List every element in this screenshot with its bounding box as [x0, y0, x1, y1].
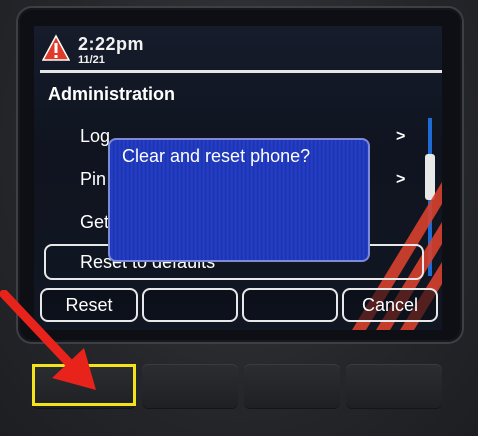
- hardware-softkey-4[interactable]: [346, 364, 442, 408]
- menu-item-get[interactable]: Get: [80, 212, 109, 233]
- menu-item-pin[interactable]: Pin: [80, 169, 106, 190]
- confirm-dialog: Clear and reset phone?: [108, 138, 370, 262]
- hardware-softkey-3[interactable]: [244, 364, 340, 408]
- cancel-softkey[interactable]: Cancel: [342, 288, 438, 322]
- red-arrow-annotation: [0, 290, 96, 390]
- hardware-softkey-2[interactable]: [142, 364, 238, 408]
- phone-screen: 2:22pm 11/21 Administration Log > Pin > …: [34, 26, 442, 330]
- softkey-3[interactable]: [242, 288, 338, 322]
- alert-triangle-icon: [42, 34, 70, 61]
- status-bar: 2:22pm 11/21: [34, 26, 442, 72]
- status-time: 2:22pm: [78, 34, 145, 54]
- status-divider: [40, 70, 442, 73]
- softkey-2[interactable]: [142, 288, 238, 322]
- dialog-title: Clear and reset phone?: [122, 146, 311, 166]
- menu-item-log[interactable]: Log: [80, 126, 110, 147]
- menu-title: Administration: [48, 84, 176, 104]
- status-date: 11/21: [78, 54, 105, 66]
- chevron-right-icon: >: [396, 128, 406, 145]
